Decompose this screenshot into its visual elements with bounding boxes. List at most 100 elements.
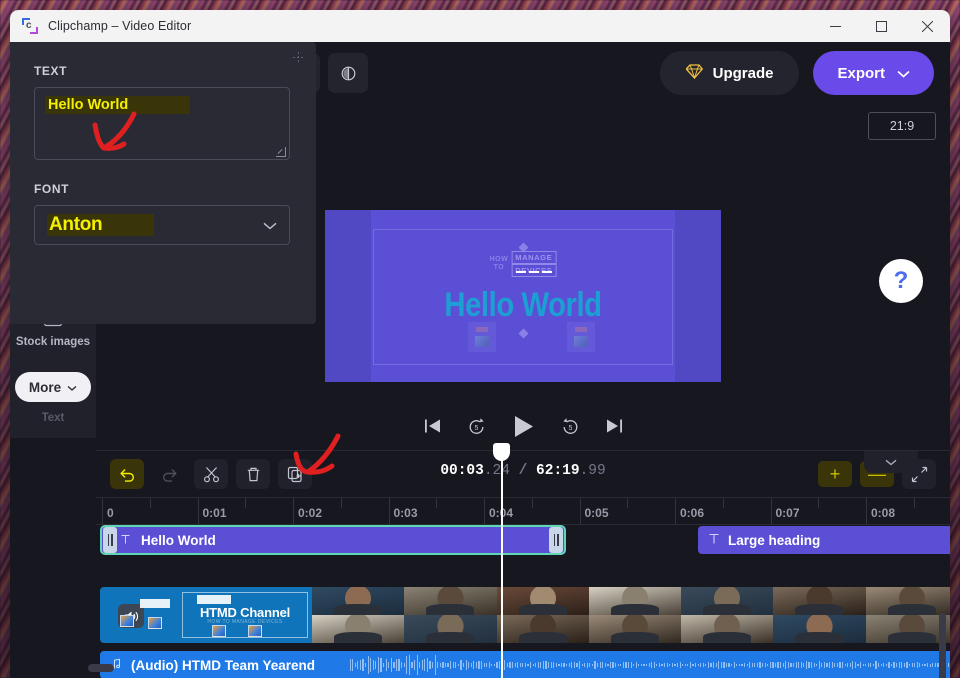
delete-button[interactable] [236, 459, 270, 489]
ruler-label: 0:06 [680, 506, 705, 520]
ruler-tick [579, 498, 581, 524]
ruler-tick-minor [149, 498, 151, 508]
chevron-down-icon [897, 65, 910, 82]
text-selection-handle[interactable] [541, 271, 552, 274]
timeline-clip-video[interactable]: HTMD Channel HOW TO MANAGE DEVICES [100, 587, 950, 643]
sidebar-item-text-partial[interactable]: Text [42, 412, 65, 421]
horizontal-scrollbar[interactable] [88, 664, 114, 672]
playback-controls: 5 5 [96, 402, 950, 450]
badge-line2: TO [493, 264, 505, 272]
video-frame-thumbnail [496, 587, 589, 615]
font-field-label: FONT [34, 182, 70, 196]
ruler-tick [866, 498, 867, 524]
ruler-label: 0:02 [298, 506, 323, 520]
font-dropdown-value: Anton [47, 214, 155, 236]
text-selection-handle[interactable] [528, 271, 539, 274]
help-button[interactable]: ? [879, 259, 923, 303]
play-button[interactable] [511, 414, 536, 439]
text-properties-panel: TEXT Hello World FONT Anton [10, 42, 316, 324]
canvas-letterbox-left [325, 210, 371, 382]
video-intro-title: HTMD Channel [199, 605, 291, 620]
ruler-label: 0:08 [871, 506, 896, 520]
window-title: Clipchamp – Video Editor [48, 19, 192, 33]
video-frame-thumbnail [865, 587, 950, 615]
trim-handle-left[interactable] [103, 527, 117, 553]
svg-text:5: 5 [474, 425, 478, 432]
clip-label: Large heading [728, 532, 821, 548]
timeline-clip-text-selected[interactable]: Hello World [100, 525, 566, 555]
close-icon[interactable] [904, 10, 950, 42]
timeline-tracks: Hello World Large heading HTMD Channel H… [96, 525, 950, 678]
video-frame-thumbnail [404, 615, 497, 643]
upgrade-button[interactable]: Upgrade [659, 51, 800, 95]
timeline-collapse-button[interactable] [864, 451, 918, 473]
video-frame-thumbnail [865, 615, 950, 643]
minimize-icon[interactable] [812, 10, 858, 42]
move-handle-icon[interactable] [293, 52, 304, 66]
forward-5s-button[interactable]: 5 [561, 417, 580, 436]
video-frame-thumbnail [404, 587, 497, 615]
ruler-tick-minor [913, 498, 915, 508]
upgrade-label: Upgrade [712, 64, 774, 82]
ruler-tick-minor [627, 498, 629, 508]
ruler-tick-minor [340, 498, 342, 508]
skip-to-end-button[interactable] [605, 418, 623, 434]
trim-handle-right[interactable] [549, 527, 563, 553]
canvas-text-overlay[interactable]: Hello World [444, 286, 602, 325]
ruler-label: 0 [107, 506, 114, 520]
zoom-in-button[interactable]: + [818, 461, 852, 487]
clipchamp-icon: c [22, 18, 38, 34]
window-titlebar: c Clipchamp – Video Editor [10, 10, 950, 42]
toolbar-right-actions: Upgrade Export [659, 51, 934, 95]
ruler-label: 0:01 [202, 506, 227, 520]
playhead-knob[interactable] [493, 443, 510, 461]
question-mark-icon: ? [893, 267, 909, 294]
video-intro-subtitle: HOW TO MANAGE DEVICES [207, 619, 283, 625]
duplicate-button[interactable] [278, 459, 312, 489]
redo-button[interactable] [152, 459, 186, 489]
timeline-clip-large-heading[interactable]: Large heading [698, 526, 950, 554]
text-input-value: Hello World [45, 96, 191, 114]
vertical-scrollbar[interactable] [939, 613, 946, 678]
resize-grip-icon[interactable] [276, 147, 286, 157]
ruler-tick-minor [722, 498, 724, 508]
canvas-logo-right [566, 321, 595, 352]
text-field-label: TEXT [34, 64, 68, 78]
canvas-htmd-badge: HOW TO MANAGE DEVICES [490, 251, 557, 278]
text-icon [708, 533, 720, 548]
video-frame-thumbnail [681, 587, 774, 615]
undo-button[interactable] [110, 459, 144, 489]
video-frame-thumbnail [312, 587, 405, 615]
video-frame-thumbnail [588, 615, 681, 643]
text-selection-handle[interactable] [515, 271, 526, 274]
total-frames: .99 [579, 463, 606, 479]
ruler-label: 0:07 [775, 506, 800, 520]
timeline-playhead[interactable] [493, 443, 510, 678]
font-dropdown[interactable]: Anton [34, 205, 290, 245]
sidebar-item-label: Stock images [15, 336, 91, 348]
ruler-tick-minor [818, 498, 820, 508]
timeline-ruler[interactable]: 00:010:020:030:040:050:060:070:08 [96, 497, 950, 525]
timeline-toolbar: 00:03.24 / 62:19.99 + — [96, 451, 950, 497]
timeline-panel: 00:03.24 / 62:19.99 + — 0 0:01 0:02 0:03 0:0… [96, 443, 950, 678]
canvas-letterbox-right [675, 210, 721, 382]
more-label: More [28, 379, 62, 395]
timeline-clip-audio[interactable]: (Audio) HTMD Team Yearend [100, 651, 950, 678]
aspect-ratio-badge[interactable]: 21:9 [868, 112, 936, 140]
maximize-icon[interactable] [858, 10, 904, 42]
export-label: Export [837, 64, 885, 82]
video-frame-thumbnail [588, 587, 681, 615]
ruler-tick [293, 498, 294, 524]
split-button[interactable] [194, 459, 228, 489]
video-frame-thumbnail [773, 587, 866, 615]
rewind-5s-button[interactable]: 5 [467, 417, 486, 436]
skip-to-start-button[interactable] [424, 418, 442, 434]
text-input[interactable]: Hello World [34, 87, 290, 160]
video-intro-thumbnail: HTMD Channel HOW TO MANAGE DEVICES [100, 587, 312, 643]
more-button[interactable]: More [14, 372, 92, 402]
contrast-circle-icon[interactable] [328, 53, 368, 93]
ruler-label: 0:05 [584, 506, 609, 520]
export-button[interactable]: Export [813, 51, 934, 95]
ruler-tick [770, 498, 772, 524]
video-preview-canvas[interactable]: HOW TO MANAGE DEVICES Hello World [325, 210, 721, 382]
